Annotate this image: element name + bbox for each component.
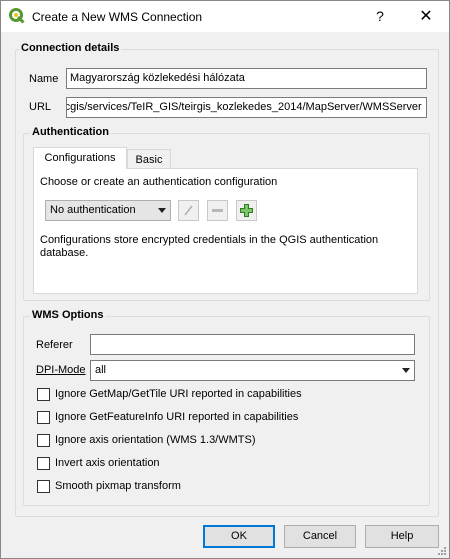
window-title: Create a New WMS Connection xyxy=(32,10,203,24)
dpi-mode-label-text: DPI-Mode xyxy=(36,364,86,376)
pencil-icon xyxy=(184,205,193,216)
auth-config-value: No authentication xyxy=(50,204,136,216)
url-field[interactable]: rcgis/services/TeIR_GIS/teirgis_kozleked… xyxy=(66,97,427,118)
checkbox-label: Ignore GetMap/GetTile URI reported in ca… xyxy=(55,388,302,400)
minus-icon xyxy=(212,209,223,212)
checkbox-box[interactable] xyxy=(37,457,50,470)
cancel-button[interactable]: Cancel xyxy=(284,525,356,548)
checkbox-box[interactable] xyxy=(37,388,50,401)
checkbox-label: Ignore GetFeatureInfo URI reported in ca… xyxy=(55,411,299,423)
ok-button[interactable]: OK xyxy=(203,525,275,548)
add-auth-button[interactable] xyxy=(236,200,257,221)
choose-auth-text: Choose or create an authentication confi… xyxy=(40,176,278,188)
tab-basic[interactable]: Basic xyxy=(127,149,171,170)
checkbox-box[interactable] xyxy=(37,434,50,447)
checkbox-box[interactable] xyxy=(37,480,50,493)
auth-note: Configurations store encrypted credentia… xyxy=(40,234,379,259)
plus-icon xyxy=(240,204,253,217)
checkbox-box[interactable] xyxy=(37,411,50,424)
edit-auth-button[interactable] xyxy=(178,200,199,221)
resize-grip-icon[interactable] xyxy=(437,546,447,556)
referer-label: Referer xyxy=(36,339,73,351)
dpi-mode-select[interactable]: all xyxy=(90,360,415,381)
checkbox-label: Smooth pixmap transform xyxy=(55,480,181,492)
dpi-mode-value: all xyxy=(95,364,107,376)
chevron-down-icon xyxy=(402,368,410,373)
referer-field[interactable] xyxy=(90,334,415,355)
tab-configurations[interactable]: Configurations xyxy=(33,147,127,169)
dialog-window: Create a New WMS Connection ? ✕ Connecti… xyxy=(0,0,450,559)
wms-options-title: WMS Options xyxy=(30,309,106,321)
chevron-down-icon xyxy=(158,208,166,213)
name-label: Name xyxy=(29,73,59,85)
title-bar: Create a New WMS Connection ? ✕ xyxy=(1,1,449,32)
help-button[interactable]: Help xyxy=(365,525,439,548)
url-value: rcgis/services/TeIR_GIS/teirgis_kozleked… xyxy=(66,101,422,113)
checkbox-label: Invert axis orientation xyxy=(55,457,160,469)
connection-details-title: Connection details xyxy=(19,42,122,54)
checkbox-label: Ignore axis orientation (WMS 1.3/WMTS) xyxy=(55,434,256,446)
dpi-mode-label: DPI-Mode xyxy=(36,364,86,376)
url-label: URL xyxy=(29,101,52,113)
authentication-title: Authentication xyxy=(30,126,111,138)
close-icon[interactable]: ✕ xyxy=(403,1,449,32)
title-help-button[interactable]: ? xyxy=(357,1,403,32)
remove-auth-button[interactable] xyxy=(207,200,228,221)
auth-config-select[interactable]: No authentication xyxy=(45,200,171,221)
qgis-logo-icon xyxy=(9,8,25,24)
name-field[interactable]: Magyarország közlekedési hálózata xyxy=(66,68,427,89)
